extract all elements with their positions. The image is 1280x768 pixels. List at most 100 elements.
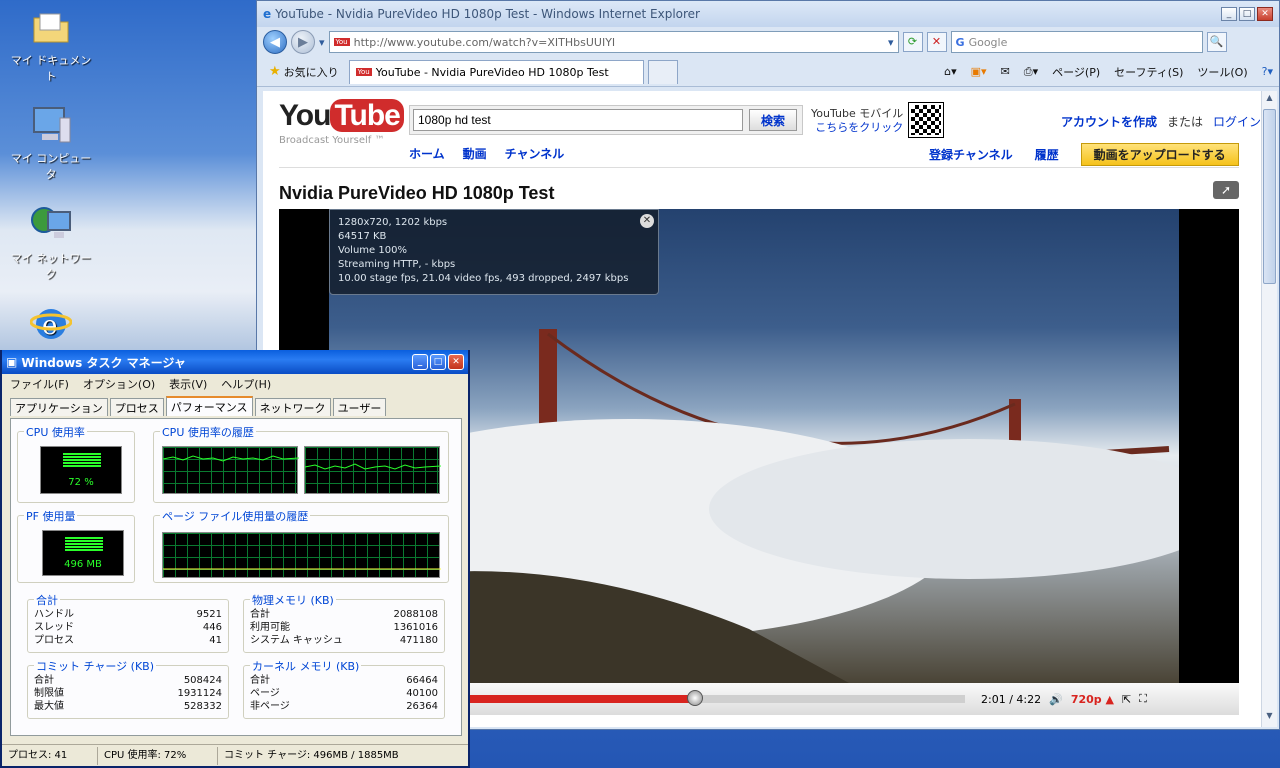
seek-handle[interactable] [687,690,703,706]
scroll-thumb[interactable] [1263,109,1276,284]
back-button[interactable]: ◀ [263,30,287,54]
close-button[interactable]: ✕ [1257,7,1273,21]
commit-row: 制限値 1931124 [34,687,222,700]
totals-label: 合計 [34,592,60,608]
fullscreen-icon[interactable]: ⛶ [1139,692,1147,706]
desktop-icon-label: マイ ネットワーク [10,252,92,281]
maximize-button[interactable]: □ [1239,7,1255,21]
stat-line: 10.00 stage fps, 21.04 video fps, 493 dr… [338,273,629,284]
folder-icon [30,6,72,48]
close-button[interactable]: ✕ [448,354,464,370]
totals-row: スレッド 446 [34,621,222,634]
print-icon[interactable]: ⎙▾ [1024,65,1038,79]
scroll-up-icon[interactable]: ▲ [1263,93,1276,107]
favorites-button[interactable]: ★ お気に入り [263,64,345,80]
forward-button[interactable]: ▶ [291,30,315,54]
divider [279,167,1239,168]
address-input[interactable]: You http://www.youtube.com/watch?v=XITHb… [328,31,899,53]
task-manager-title: Windows タスク マネージャ [21,355,186,370]
stat-line: 1280x720, 1202 kbps [338,217,448,228]
tab-users[interactable]: ユーザー [332,398,387,416]
stat-line: 64517 KB [338,231,387,242]
refresh-button[interactable]: ⟳ [902,32,923,52]
address-dropdown-icon[interactable]: ▾ [888,36,894,49]
row-key: 利用可能 [250,622,290,633]
recent-pages-dropdown-icon[interactable]: ▾ [319,36,325,49]
safety-menu[interactable]: セーフティ(S) [1114,64,1183,80]
row-value: 1361016 [393,622,438,633]
cpu-history-group: CPU 使用率の履歴 [153,424,449,503]
desktop-icon-my-documents[interactable]: マイ ドキュメント [6,6,96,84]
scroll-down-icon[interactable]: ▼ [1263,711,1276,725]
menu-view[interactable]: 表示(V) [169,376,207,392]
tools-menu[interactable]: ツール(O) [1197,64,1247,80]
row-value: 9521 [196,609,222,620]
pf-history-group: ページ ファイル使用量の履歴 [153,508,449,583]
tab-applications[interactable]: アプリケーション [10,398,108,416]
ie-title-bar[interactable]: e YouTube - Nvidia PureVideo HD 1080p Te… [257,1,1279,27]
pf-usage-group: PF 使用量 496 MB [17,508,135,583]
tab-performance[interactable]: パフォーマンス [165,396,253,416]
minimize-button[interactable]: _ [1221,7,1237,21]
menu-help[interactable]: ヘルプ(H) [221,376,271,392]
stat-line: Volume 100% [338,245,407,256]
search-input[interactable]: G Google [950,31,1203,53]
logo-you: You [279,99,331,132]
nav-videos[interactable]: 動画 [463,145,487,162]
history-link[interactable]: 履歴 [1035,146,1059,163]
cpu-meter-bars [63,453,101,467]
status-cpu: CPU 使用率: 72% [98,746,218,765]
popout-icon[interactable]: ⇱ [1122,693,1131,706]
tab-youtube[interactable]: You YouTube - Nvidia PureVideo HD 1080p … [348,59,644,84]
physical-row: システム キャッシュ 471180 [250,634,438,647]
totals-row: プロセス 41 [34,634,222,647]
cpu-history-graph-2 [304,446,442,494]
task-manager-icon: ▣ [6,355,18,369]
home-icon[interactable]: ⌂▾ [944,65,957,78]
create-account-link[interactable]: アカウントを作成 [1061,113,1157,130]
row-key: 合計 [250,609,270,620]
cpu-meter: 72 % [40,446,122,494]
seek-bar[interactable] [465,690,965,706]
row-value: 40100 [406,688,438,699]
stop-button[interactable]: ✕ [926,32,947,52]
subscriptions-link[interactable]: 登録チャンネル [929,146,1013,163]
pf-history-label: ページ ファイル使用量の履歴 [160,508,311,524]
volume-icon[interactable]: 🔊 [1049,693,1063,706]
desktop-icon-my-network[interactable]: マイ ネットワーク [6,204,96,282]
upload-button[interactable]: 動画をアップロードする [1080,143,1239,166]
youtube-search-input[interactable] [413,109,743,131]
minimize-button[interactable]: _ [412,354,428,370]
help-icon[interactable]: ?▾ [1262,65,1273,78]
youtube-search-button[interactable]: 検索 [749,109,797,131]
youtube-search-box: 検索 [409,105,803,135]
desktop-icon-my-computer[interactable]: マイ コンピュータ [6,104,96,182]
login-link[interactable]: ログイン [1213,113,1261,130]
star-icon: ★ [269,64,281,79]
page-scrollbar[interactable]: ▲ ▼ [1261,91,1277,727]
youtube-mobile-link[interactable]: YouTube モバイル こちらをクリック [811,107,903,135]
close-stats-icon[interactable]: ✕ [640,214,654,228]
task-manager-title-bar[interactable]: ▣ Windows タスク マネージャ _ □ ✕ [2,350,468,374]
menu-options[interactable]: オプション(O) [83,376,155,392]
tab-networking[interactable]: ネットワーク [254,398,331,416]
desktop-icon-internet-explorer[interactable]: e [6,302,96,348]
kernel-row: 合計 66464 [250,674,438,687]
kernel-row: ページ 40100 [250,687,438,700]
tab-processes[interactable]: プロセス [109,398,164,416]
menu-file[interactable]: ファイル(F) [10,376,69,392]
video-title: Nvidia PureVideo HD 1080p Test [279,183,555,203]
nav-home[interactable]: ホーム [409,145,445,162]
search-button[interactable]: 🔍 [1206,32,1227,52]
quality-button[interactable]: 720p ▲ [1071,693,1114,706]
mail-icon[interactable]: ✉ [1001,65,1010,78]
new-tab-button[interactable] [647,59,678,84]
youtube-favicon: You [333,38,350,46]
feeds-icon[interactable]: ▣▾ [971,65,987,78]
page-menu[interactable]: ページ(P) [1052,64,1100,80]
nav-channels[interactable]: チャンネル [505,145,565,162]
kernel-row: 非ページ 26364 [250,700,438,713]
maximize-button[interactable]: □ [430,354,446,370]
youtube-logo[interactable]: You Tube Broadcast Yourself ™ [279,99,404,146]
share-icon[interactable]: ➚ [1213,181,1239,199]
